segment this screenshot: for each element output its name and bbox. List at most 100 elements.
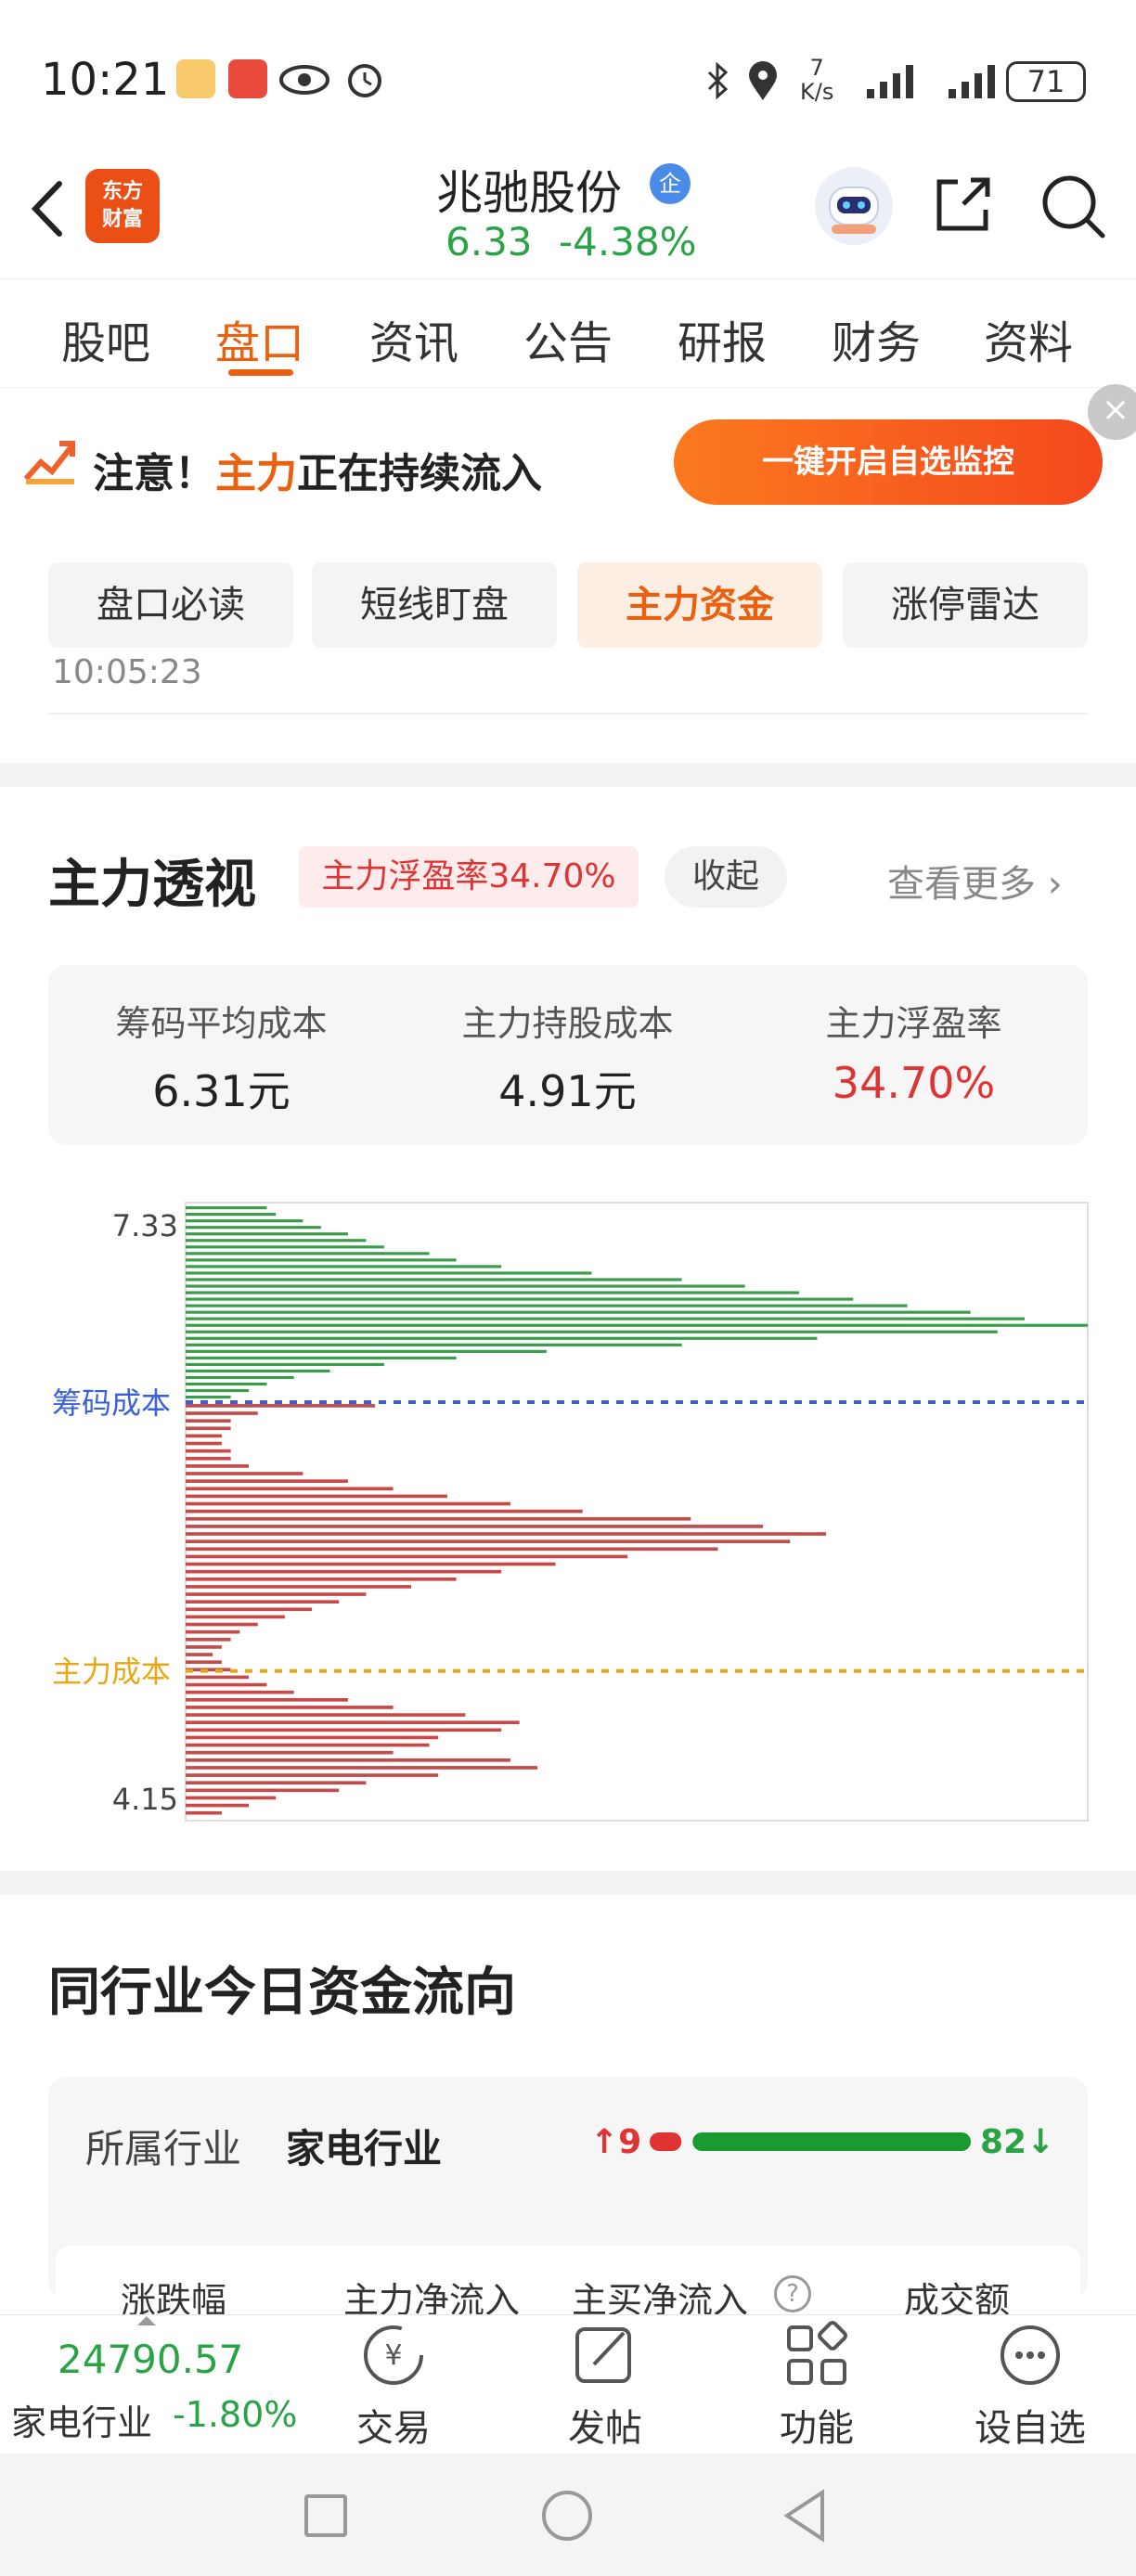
chip-bar-above (186, 1284, 745, 1288)
trade-icon[interactable]: ¥ (358, 2320, 429, 2390)
stat-value-avg-cost: 6.31元 (152, 1066, 290, 1116)
chip-bar-above (186, 1206, 267, 1210)
chip-bar-below (186, 1516, 691, 1521)
scrolled-timestamp: 10:05:23 (52, 653, 202, 685)
chip-bar-below (186, 1607, 313, 1612)
chip-bar-above (186, 1356, 457, 1359)
tab-pankou[interactable]: 盘口 (215, 306, 304, 371)
profit-ratio-badge: 主力浮盈率34.70% (299, 846, 639, 908)
chip-distribution-chart: 筹码成本 主力成本 7.33 4.15 (52, 1202, 1089, 1822)
back-icon[interactable] (24, 176, 71, 241)
signal-icon-2 (949, 65, 995, 98)
chip-bar-below (186, 1629, 240, 1634)
chip-bar-below (186, 1796, 277, 1800)
expand-arrow-icon[interactable] (137, 2316, 156, 2325)
functions-icon[interactable] (781, 2320, 852, 2390)
back-nav-icon[interactable] (781, 2489, 828, 2543)
chip-bar-below (186, 1456, 231, 1461)
share-icon[interactable] (930, 173, 995, 238)
chip-bar-above (186, 1258, 457, 1262)
chip-bar-below (186, 1773, 439, 1777)
section-title: 主力透视 (48, 855, 256, 915)
chip-bar-below (186, 1441, 222, 1446)
chip-bar-above (186, 1382, 267, 1386)
home-icon[interactable] (542, 2491, 592, 2541)
chip-bar-below (186, 1697, 348, 1702)
tab-research[interactable]: 研报 (678, 306, 767, 371)
chip-bar-below (186, 1653, 213, 1656)
subtab-main-funds[interactable]: 主力资金 (577, 562, 822, 648)
chip-bar-below (186, 1434, 222, 1438)
battery-indicator: 71 (1006, 61, 1086, 102)
add-watchlist-icon[interactable] (995, 2320, 1065, 2390)
chip-bar-below (186, 1706, 394, 1709)
stock-price: 6.33 (445, 219, 533, 264)
trend-up-icon (22, 438, 78, 486)
chip-bar-above (186, 1310, 971, 1314)
trade-button[interactable]: 交易 (329, 2398, 458, 2452)
chip-bar-below (186, 1479, 348, 1483)
divider (48, 713, 1088, 715)
close-banner-icon[interactable]: × (1088, 384, 1136, 440)
collapse-button[interactable]: 收起 (665, 846, 787, 908)
industry-name[interactable]: 家电行业 (286, 2118, 442, 2174)
post-button[interactable]: 发帖 (540, 2398, 670, 2452)
chip-bar-below (186, 1494, 447, 1499)
chip-bar-below (186, 1728, 502, 1732)
chip-bar-above (186, 1226, 321, 1230)
search-icon[interactable] (1039, 173, 1106, 239)
chip-bar-below (186, 1690, 294, 1694)
industry-label: 所属行业 (85, 2126, 242, 2171)
view-more-link[interactable]: 查看更多 › (887, 854, 1063, 908)
chip-bar-above (186, 1343, 682, 1346)
recent-apps-icon[interactable] (304, 2494, 347, 2537)
add-watchlist-button[interactable]: 设自选 (965, 2398, 1095, 2452)
chip-bar-below (186, 1525, 764, 1528)
chip-bar-below (186, 1743, 430, 1747)
chip-bar-below (186, 1464, 250, 1468)
tab-finance[interactable]: 财务 (832, 306, 921, 371)
chip-bar-above (186, 1362, 384, 1367)
chip-bar-below (186, 1509, 583, 1513)
chip-bar-below (186, 1720, 520, 1725)
enterprise-badge: 企 (650, 163, 691, 204)
enable-monitor-button[interactable]: 一键开启自选监控 (674, 419, 1103, 505)
chip-bar-below (186, 1675, 250, 1680)
stock-change: -4.38% (559, 219, 697, 264)
functions-button[interactable]: 功能 (752, 2398, 882, 2452)
section-gap (0, 1871, 1136, 1895)
robot-assistant-icon[interactable] (815, 167, 893, 245)
subtab-limit-up-radar[interactable]: 涨停雷达 (843, 562, 1088, 648)
post-icon[interactable] (570, 2320, 640, 2390)
chip-bar-below (186, 1622, 258, 1627)
subtab-must-read[interactable]: 盘口必读 (48, 562, 293, 648)
chip-bar-above (186, 1271, 592, 1275)
chip-bar-below (186, 1404, 376, 1408)
tab-announcements[interactable]: 公告 (523, 306, 613, 371)
chip-bar-below (186, 1554, 628, 1559)
chip-bar-above (186, 1239, 367, 1243)
chip-bar-below (186, 1411, 258, 1415)
chip-bar-below (186, 1600, 340, 1604)
industry-index-value[interactable]: 24790.57 (58, 2337, 243, 2382)
chip-bar-below (186, 1419, 231, 1423)
chip-bar-below (186, 1585, 411, 1589)
tab-news[interactable]: 资讯 (369, 306, 458, 371)
industry-index-change: -1.80% (173, 2394, 298, 2435)
tab-guba[interactable]: 股吧 (61, 306, 150, 371)
help-icon[interactable]: ? (774, 2275, 811, 2312)
eye-icon (279, 65, 329, 95)
chip-bar-above (186, 1369, 330, 1373)
chip-bar-below (186, 1501, 510, 1506)
subtab-short-term[interactable]: 短线盯盘 (312, 562, 557, 648)
up-segment (650, 2132, 682, 2151)
y-top-label: 7.33 (112, 1208, 178, 1243)
bluetooth-icon (707, 61, 729, 100)
chip-bar-below (186, 1713, 466, 1717)
chip-bar-below (186, 1682, 267, 1687)
alert-notification-icon (228, 59, 267, 98)
tab-profile[interactable]: 资料 (984, 306, 1073, 371)
chip-bar-below (186, 1735, 439, 1740)
chip-bar-below (186, 1637, 231, 1642)
industry-index-name[interactable]: 家电行业 (11, 2394, 152, 2445)
